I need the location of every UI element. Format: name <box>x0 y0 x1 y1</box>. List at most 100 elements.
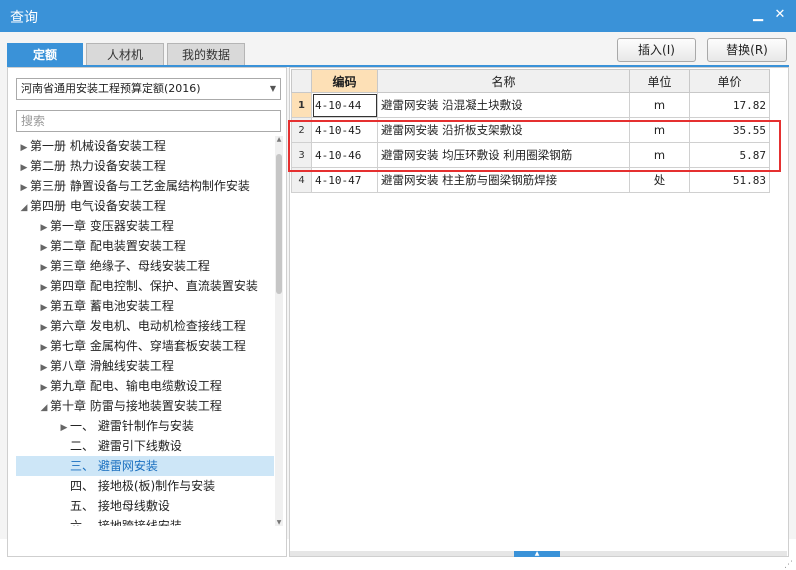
close-icon[interactable]: ✕ <box>771 6 789 24</box>
library-select[interactable]: 河南省通用安装工程预算定额(2016) ▼ <box>16 78 281 100</box>
tree-item[interactable]: ▶ 第五章 蓄电池安装工程 <box>16 296 274 316</box>
resize-grip-icon[interactable]: ⋰ <box>784 560 794 570</box>
cell-code[interactable]: 4-10-46 <box>311 142 378 168</box>
tree-item[interactable]: ▶ 第三章 绝缘子、母线安装工程 <box>16 256 274 276</box>
cell-price[interactable]: 5.87 <box>689 142 770 168</box>
collapse-arrow-icon[interactable]: ◢ <box>18 198 30 218</box>
cell-price[interactable]: 51.83 <box>689 167 770 193</box>
tree-item[interactable]: ▶ 第七章 金属构件、穿墙套板安装工程 <box>16 336 274 356</box>
expand-arrow-icon[interactable]: ▶ <box>38 338 50 358</box>
tab-quota[interactable]: 定额 <box>7 43 83 65</box>
tree-item-label: 四、 接地极(板)制作与安装 <box>70 479 216 493</box>
tab-labor-material-machine[interactable]: 人材机 <box>86 43 164 65</box>
tree-item[interactable]: ▶ 第一册 机械设备安装工程 <box>16 136 274 156</box>
tree-item[interactable]: ▶ 第二册 热力设备安装工程 <box>16 156 274 176</box>
expand-arrow-icon[interactable]: ▶ <box>38 358 50 378</box>
tree-item-label: 五、 接地母线敷设 <box>70 499 170 513</box>
tree-item[interactable]: ◢ 第四册 电气设备安装工程 <box>16 196 274 216</box>
expand-arrow-icon[interactable]: ▶ <box>38 298 50 318</box>
expand-arrow-icon[interactable]: ▶ <box>38 218 50 238</box>
tree-item-label: 第四册 电气设备安装工程 <box>30 199 166 213</box>
scroll-up-icon[interactable]: ▲ <box>275 136 283 143</box>
title-bar: 查询 ▁ ✕ <box>0 0 796 32</box>
chapter-tree: ▶ 第一册 机械设备安装工程 ▶ 第二册 热力设备安装工程 ▶ 第三册 静置设备与工艺金属… <box>16 136 274 526</box>
minimize-icon[interactable]: ▁ <box>749 6 767 24</box>
quota-table: 编码 名称 单位 单价 1 4-10-44 避雷网安装 沿混凝土块敷设 m 17.82 2… <box>291 69 770 193</box>
row-number[interactable]: 4 <box>291 167 312 193</box>
tree-item-label: 六、 接地跨接线安装 <box>70 519 182 526</box>
panel-splitter-handle[interactable]: ▲ <box>514 551 560 557</box>
cell-code[interactable]: 4-10-44 <box>311 92 378 118</box>
cell-unit[interactable]: 处 <box>629 167 690 193</box>
expand-arrow-icon[interactable]: ▶ <box>38 378 50 398</box>
table-row[interactable]: 2 4-10-45 避雷网安装 沿折板支架敷设 m 35.55 <box>291 117 770 143</box>
tree-item[interactable]: 六、 接地跨接线安装 <box>16 516 274 526</box>
cell-unit[interactable]: m <box>629 92 690 118</box>
header-corner <box>291 69 312 93</box>
expand-arrow-icon[interactable]: ▶ <box>38 238 50 258</box>
tree-item[interactable]: ▶ 一、 避雷针制作与安装 <box>16 416 274 436</box>
header-name[interactable]: 名称 <box>377 69 630 93</box>
tree-item[interactable]: ▶ 第三册 静置设备与工艺金属结构制作安装 <box>16 176 274 196</box>
expand-arrow-icon[interactable]: ▶ <box>38 278 50 298</box>
expand-arrow-icon[interactable]: ▶ <box>38 258 50 278</box>
tree-item[interactable]: ▶ 第一章 变压器安装工程 <box>16 216 274 236</box>
tree-item-label: 第八章 滑触线安装工程 <box>50 359 174 373</box>
header-unit[interactable]: 单位 <box>629 69 690 93</box>
window-title: 查询 <box>10 10 38 26</box>
tree-item[interactable]: ▶ 第八章 滑触线安装工程 <box>16 356 274 376</box>
row-number[interactable]: 3 <box>291 142 312 168</box>
header-code[interactable]: 编码 <box>311 69 378 93</box>
cell-name[interactable]: 避雷网安装 沿折板支架敷设 <box>377 117 630 143</box>
tree-item-label: 第三册 静置设备与工艺金属结构制作安装 <box>30 179 250 193</box>
tree-item[interactable]: 三、 避雷网安装 <box>16 456 274 476</box>
tree-item[interactable]: ▶ 第二章 配电装置安装工程 <box>16 236 274 256</box>
tree-item[interactable]: ▶ 第九章 配电、输电电缆敷设工程 <box>16 376 274 396</box>
table-row[interactable]: 1 4-10-44 避雷网安装 沿混凝土块敷设 m 17.82 <box>291 92 770 118</box>
table-header: 编码 名称 单位 单价 <box>291 69 770 93</box>
expand-arrow-icon[interactable]: ▶ <box>18 158 30 178</box>
expand-arrow-icon[interactable]: ▶ <box>18 178 30 198</box>
table-row[interactable]: 3 4-10-46 避雷网安装 均压环敷设 利用圈梁钢筋 m 5.87 <box>291 142 770 168</box>
scroll-down-icon[interactable]: ▼ <box>275 519 283 526</box>
cell-code[interactable]: 4-10-47 <box>311 167 378 193</box>
insert-button[interactable]: 插入(I) <box>617 38 696 62</box>
tab-my-data[interactable]: 我的数据 <box>167 43 245 65</box>
tree-item-label: 第一册 机械设备安装工程 <box>30 139 166 153</box>
cell-price[interactable]: 35.55 <box>689 117 770 143</box>
tree-item[interactable]: ▶ 第四章 配电控制、保护、直流装置安装 <box>16 276 274 296</box>
header-price[interactable]: 单价 <box>689 69 770 93</box>
search-input[interactable] <box>16 110 281 132</box>
collapse-arrow-icon[interactable]: ◢ <box>38 398 50 418</box>
cell-code[interactable]: 4-10-45 <box>311 117 378 143</box>
cell-name[interactable]: 避雷网安装 柱主筋与圈梁钢筋焊接 <box>377 167 630 193</box>
table-row[interactable]: 4 4-10-47 避雷网安装 柱主筋与圈梁钢筋焊接处 51.83 <box>291 167 770 193</box>
expand-arrow-icon[interactable]: ▶ <box>58 418 70 438</box>
expand-arrow-icon[interactable]: ▶ <box>18 138 30 158</box>
tree-item[interactable]: ▶ 第六章 发电机、电动机检查接线工程 <box>16 316 274 336</box>
row-number[interactable]: 2 <box>291 117 312 143</box>
tree-item-label: 第四章 配电控制、保护、直流装置安装 <box>50 279 258 293</box>
chevron-down-icon[interactable]: ▼ <box>270 79 276 99</box>
library-select-value: 河南省通用安装工程预算定额(2016) <box>21 82 201 95</box>
replace-button[interactable]: 替换(R) <box>707 38 787 62</box>
tree-item[interactable]: 四、 接地极(板)制作与安装 <box>16 476 274 496</box>
tree-item-label: 第三章 绝缘子、母线安装工程 <box>50 259 210 273</box>
tree-scrollbar[interactable]: ▲ ▼ <box>275 136 283 526</box>
quota-tree-panel: 河南省通用安装工程预算定额(2016) ▼ ▶第一册 机械设备安装工程▶第二册 … <box>7 67 287 557</box>
row-number[interactable]: 1 <box>291 92 312 118</box>
cell-name[interactable]: 避雷网安装 均压环敷设 利用圈梁钢筋 <box>377 142 630 168</box>
tree-item-label: 三、 避雷网安装 <box>70 459 158 473</box>
expand-arrow-icon[interactable]: ▶ <box>38 318 50 338</box>
cell-name[interactable]: 避雷网安装 沿混凝土块敷设 <box>377 92 630 118</box>
cell-unit[interactable]: m <box>629 142 690 168</box>
tree-item[interactable]: ◢ 第十章 防雷与接地装置安装工程 <box>16 396 274 416</box>
scroll-thumb[interactable] <box>276 154 282 294</box>
cell-price[interactable]: 17.82 <box>689 92 770 118</box>
tree-item-label: 第二章 配电装置安装工程 <box>50 239 186 253</box>
tree-item-label: 第九章 配电、输电电缆敷设工程 <box>50 379 222 393</box>
quota-list-panel: 编码 名称 单位 单价 1 4-10-44 避雷网安装 沿混凝土块敷设 m 17.82 2… <box>289 67 789 557</box>
tree-item[interactable]: 二、 避雷引下线敷设 <box>16 436 274 456</box>
tree-item[interactable]: 五、 接地母线敷设 <box>16 496 274 516</box>
cell-unit[interactable]: m <box>629 117 690 143</box>
